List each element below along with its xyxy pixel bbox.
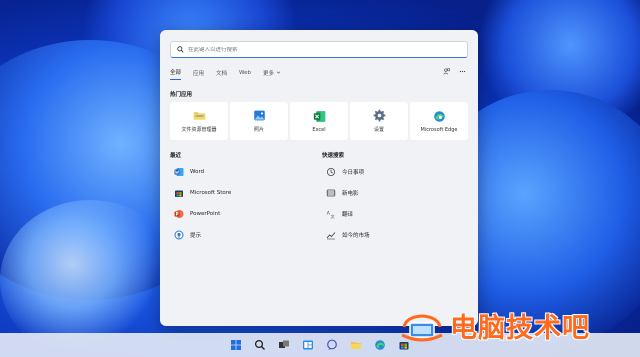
app-tile-settings[interactable]: 设置: [350, 102, 408, 140]
tab-all[interactable]: 全部: [170, 68, 182, 80]
recent-item-tips[interactable]: 提示: [174, 224, 231, 245]
search-box[interactable]: [170, 41, 468, 58]
start-search-panel: 全部 应用 文档 Web 更多 热门应用 文件资源管理器 照片 Excel: [160, 30, 478, 326]
edge-icon: [433, 110, 445, 122]
recent-item-label: Microsoft Store: [190, 189, 232, 196]
clock-icon: [326, 167, 336, 177]
translate-icon: A文: [326, 209, 336, 219]
quick-search-item-today[interactable]: 今日事项: [326, 161, 370, 182]
app-tile-label: Microsoft Edge: [420, 126, 458, 133]
search-icon[interactable]: [251, 336, 269, 354]
recent-title: 最近: [170, 153, 182, 159]
app-tile-label: 设置: [373, 127, 384, 133]
folder-icon: [193, 112, 205, 120]
market-icon: [326, 230, 336, 240]
chevron-down-icon: [276, 71, 281, 74]
app-tile-photos[interactable]: 照片: [230, 102, 288, 140]
tab-web[interactable]: Web: [239, 70, 251, 79]
search-input[interactable]: [188, 46, 458, 53]
quick-search-item-label: 新电影: [342, 190, 359, 197]
search-tabs: 全部 应用 文档 Web 更多: [170, 68, 281, 80]
app-tile-file-explorer[interactable]: 文件资源管理器: [170, 102, 228, 140]
powerpoint-icon: P: [174, 209, 184, 219]
app-tile-excel[interactable]: Excel: [290, 102, 348, 140]
watermark-logo-icon: [401, 313, 443, 341]
gear-icon: [373, 109, 385, 122]
recent-item-label: Word: [190, 168, 205, 175]
task-view-icon[interactable]: [275, 336, 293, 354]
svg-text:文: 文: [331, 212, 335, 218]
quick-search-title: 快速搜索: [322, 153, 345, 159]
tab-more[interactable]: 更多: [263, 69, 281, 80]
tab-documents[interactable]: 文档: [216, 69, 227, 80]
chat-icon[interactable]: [323, 336, 341, 354]
quick-search-item-market[interactable]: 如今的市场: [326, 224, 370, 245]
quick-search-item-label: 今日事项: [342, 169, 365, 176]
top-apps-grid: 文件资源管理器 照片 Excel 设置 Microsoft Edge: [170, 102, 468, 140]
quick-search-item-label: 如今的市场: [342, 232, 370, 239]
film-icon: [326, 188, 336, 198]
word-icon: [174, 167, 184, 177]
quick-search-list: 今日事项 新电影 A文 翻译 如今的市场: [326, 161, 370, 245]
recent-list: Word Microsoft Store P PowerPoint 提示: [174, 161, 231, 245]
quick-search-item-movies[interactable]: 新电影: [326, 182, 370, 203]
svg-text:P: P: [176, 211, 179, 216]
recent-item-microsoft-store[interactable]: Microsoft Store: [174, 182, 231, 203]
quick-search-item-label: 翻译: [342, 211, 354, 218]
tab-apps[interactable]: 应用: [193, 69, 204, 80]
edge-icon[interactable]: [371, 336, 389, 354]
recent-item-word[interactable]: Word: [174, 161, 231, 182]
more-options-icon[interactable]: [458, 67, 466, 75]
tips-icon: [174, 230, 184, 240]
app-tile-label: Excel: [312, 126, 326, 133]
site-watermark: 电脑技术吧: [398, 306, 590, 345]
search-icon: [177, 46, 184, 53]
windows-start-icon[interactable]: [227, 336, 245, 354]
tab-more-label: 更多: [263, 70, 275, 77]
widgets-icon[interactable]: [299, 336, 317, 354]
store-icon: [174, 188, 184, 198]
app-tile-edge[interactable]: Microsoft Edge: [410, 102, 468, 140]
recent-item-label: PowerPoint: [190, 210, 221, 217]
account-switch-icon[interactable]: [442, 67, 450, 75]
recent-item-powerpoint[interactable]: P PowerPoint: [174, 203, 231, 224]
file-explorer-icon[interactable]: [347, 336, 365, 354]
photos-icon: [253, 110, 265, 121]
excel-icon: [313, 110, 325, 122]
recent-item-label: 提示: [190, 232, 202, 239]
app-tile-label: 文件资源管理器: [181, 127, 217, 133]
quick-search-item-translate[interactable]: A文 翻译: [326, 203, 370, 224]
top-apps-title: 热门应用: [170, 92, 193, 98]
panel-top-actions: [442, 67, 466, 75]
app-tile-label: 照片: [253, 127, 264, 133]
watermark-text: 电脑技术吧: [450, 313, 590, 344]
